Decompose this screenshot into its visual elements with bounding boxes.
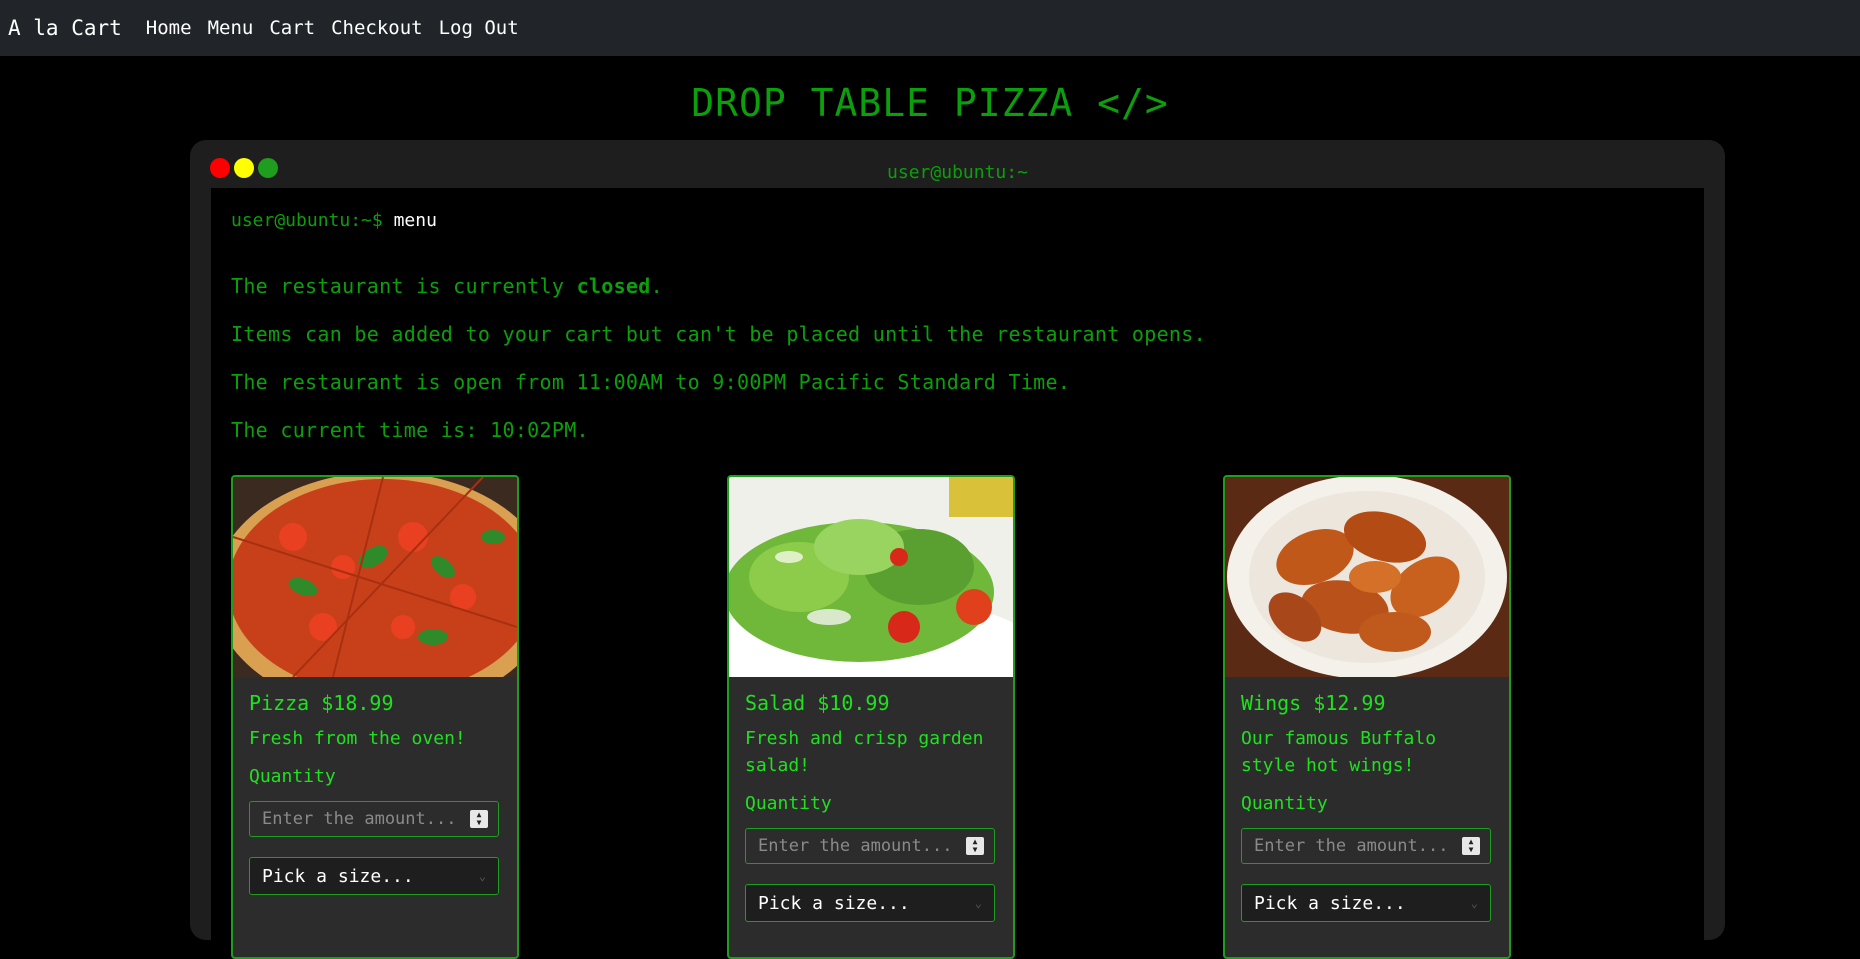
- nav-menu-link[interactable]: Menu: [208, 17, 254, 39]
- prompt-user: user@ubuntu:~$: [231, 210, 383, 231]
- status-hours: The restaurant is open from 11:00AM to 9…: [231, 370, 1071, 394]
- quantity-label: Quantity: [1241, 793, 1328, 814]
- quantity-stepper-icon[interactable]: ▲ ▼: [966, 837, 984, 855]
- wings-image: [1225, 477, 1509, 677]
- quantity-label: Quantity: [249, 766, 336, 787]
- quantity-stepper-icon[interactable]: ▲ ▼: [1462, 837, 1480, 855]
- status-closed-message: The restaurant is currently closed.: [231, 274, 663, 298]
- pizza-image: [233, 477, 517, 677]
- quantity-placeholder: Enter the amount...: [1254, 836, 1449, 856]
- chevron-down-icon: ⌄: [1470, 896, 1478, 910]
- menu-card-pizza: Pizza $18.99 Fresh from the oven! Quanti…: [231, 475, 519, 959]
- item-title: Wings $12.99: [1241, 691, 1386, 715]
- size-select-value: Pick a size...: [758, 892, 910, 914]
- nav-cart-link[interactable]: Cart: [269, 17, 315, 39]
- item-title: Pizza $18.99: [249, 691, 394, 715]
- item-description: Fresh from the oven!: [249, 728, 466, 749]
- nav-links: Home Menu Cart Checkout Log Out: [146, 17, 519, 39]
- status-closed-word: closed: [576, 274, 651, 298]
- quantity-placeholder: Enter the amount...: [758, 836, 953, 856]
- item-title: Salad $10.99: [745, 691, 890, 715]
- chevron-down-icon: ⌄: [478, 869, 486, 883]
- size-select-value: Pick a size...: [262, 865, 414, 887]
- quantity-input[interactable]: Enter the amount... ▲ ▼: [745, 828, 995, 864]
- quantity-stepper-icon[interactable]: ▲ ▼: [470, 810, 488, 828]
- quantity-label: Quantity: [745, 793, 832, 814]
- status-current-time: The current time is: 10:02PM.: [231, 418, 589, 442]
- command-prompt: user@ubuntu:~$ menu: [231, 210, 437, 231]
- item-description: Our famous Buffalo style hot wings!: [1241, 728, 1437, 776]
- status-closed-prefix: The restaurant is currently: [231, 274, 577, 298]
- size-select[interactable]: Pick a size... ⌄: [1241, 884, 1491, 922]
- nav-home-link[interactable]: Home: [146, 17, 192, 39]
- terminal-title: user@ubuntu:~: [887, 162, 1028, 183]
- brand-link[interactable]: A la Cart: [8, 16, 122, 40]
- status-closed-suffix: .: [650, 274, 663, 298]
- menu-card-wings: Wings $12.99 Our famous Buffalo style ho…: [1223, 475, 1511, 959]
- top-navbar: A la Cart Home Menu Cart Checkout Log Ou…: [0, 0, 1860, 56]
- prompt-command: menu: [393, 210, 437, 231]
- quantity-input[interactable]: Enter the amount... ▲ ▼: [1241, 828, 1491, 864]
- chevron-down-icon: ⌄: [974, 896, 982, 910]
- quantity-input[interactable]: Enter the amount... ▲ ▼: [249, 801, 499, 837]
- salad-image: [729, 477, 1013, 677]
- nav-logout-link[interactable]: Log Out: [439, 17, 519, 39]
- size-select[interactable]: Pick a size... ⌄: [249, 857, 499, 895]
- size-select[interactable]: Pick a size... ⌄: [745, 884, 995, 922]
- item-description: Fresh and crisp garden salad!: [745, 728, 984, 776]
- page-title: DROP TABLE PIZZA </>: [691, 81, 1169, 125]
- quantity-placeholder: Enter the amount...: [262, 809, 457, 829]
- terminal-screen: user@ubuntu:~$ menu The restaurant is cu…: [211, 188, 1704, 959]
- size-select-value: Pick a size...: [1254, 892, 1406, 914]
- nav-checkout-link[interactable]: Checkout: [331, 17, 423, 39]
- status-note: Items can be added to your cart but can'…: [231, 322, 1206, 346]
- terminal-window: user@ubuntu:~ user@ubuntu:~$ menu The re…: [190, 140, 1725, 959]
- menu-card-salad: Salad $10.99 Fresh and crisp garden sala…: [727, 475, 1015, 959]
